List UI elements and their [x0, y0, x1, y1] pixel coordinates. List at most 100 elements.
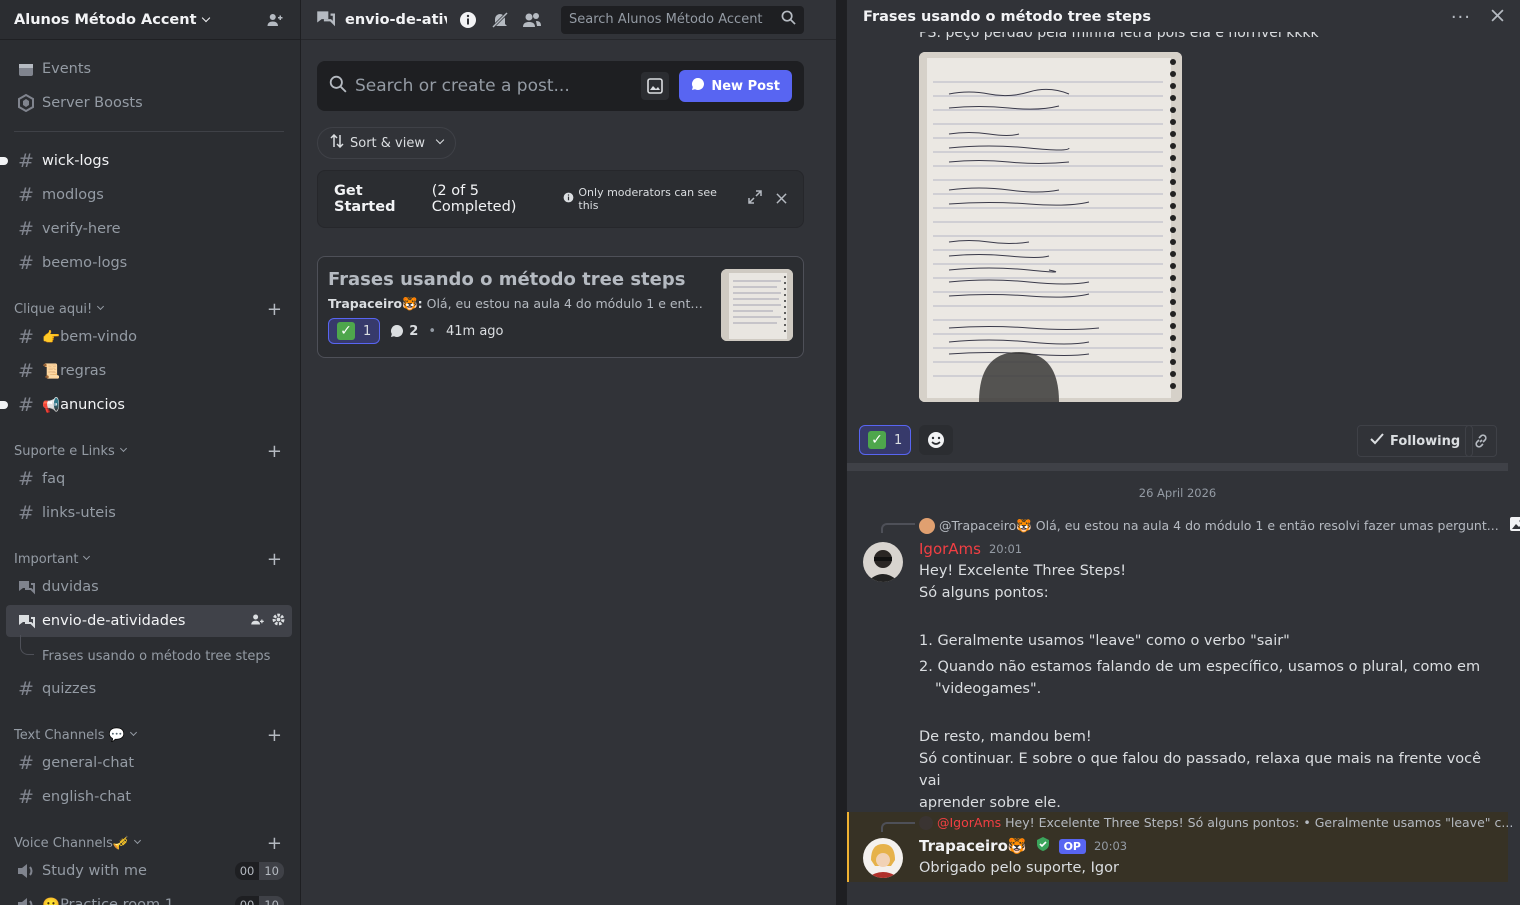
mute-notifications-icon[interactable] — [489, 9, 511, 31]
search-icon — [781, 10, 796, 29]
channel-label: Practice room 1 — [60, 897, 174, 905]
sidebar-thread-item[interactable]: Frases usando o método tree steps — [20, 635, 290, 671]
channel-wick-logs[interactable]: # wick-logs — [0, 145, 292, 177]
avatar[interactable] — [863, 542, 903, 582]
channel-anuncios[interactable]: # 📢 anuncios — [0, 389, 292, 421]
search-input[interactable] — [569, 12, 781, 27]
new-post-button[interactable]: New Post — [679, 70, 792, 102]
sort-view-button[interactable]: Sort & view — [317, 127, 456, 159]
channel-beemo-logs[interactable]: # beemo-logs — [6, 247, 292, 279]
author-name[interactable]: Trapaceiro🐯 — [919, 837, 1027, 855]
create-channel-icon[interactable]: + — [267, 549, 282, 570]
voice-channel-practice-room-1[interactable]: 🙂Practice room 1 0010 — [6, 889, 292, 905]
gear-icon[interactable] — [271, 612, 286, 631]
forum-channel-icon — [315, 8, 335, 32]
post-thumbnail — [721, 269, 793, 341]
post-search-bar[interactable]: New Post — [317, 61, 804, 111]
channel-quizzes[interactable]: # quizzes — [6, 673, 292, 705]
message-content: Obrigado pelo suporte, Igor — [919, 860, 1119, 876]
category-voice-channels[interactable]: Voice Channels 🎺 + — [14, 833, 290, 854]
author-name[interactable]: IgorAms — [919, 540, 981, 558]
channel-bem-vindo[interactable]: # 👉 bem-vindo — [6, 321, 292, 353]
server-sidebar: Alunos Método Accent Events Server Boost… — [0, 0, 300, 905]
smile-icon — [928, 432, 945, 448]
channel-english-chat[interactable]: # english-chat — [6, 781, 292, 813]
channel-modlogs[interactable]: # modlogs — [6, 179, 292, 211]
create-channel-icon[interactable]: + — [267, 725, 282, 746]
date-divider: 26 April 2026 — [1138, 486, 1217, 500]
link-icon — [1475, 434, 1487, 448]
create-channel-icon[interactable]: + — [267, 441, 282, 462]
pointing-hand-emoji: 👉 — [42, 329, 61, 346]
channel-faq[interactable]: # faq — [6, 463, 292, 495]
moderator-note-text: Only moderators can see this — [578, 186, 717, 212]
channel-label: duvidas — [42, 579, 99, 595]
notebook-photo[interactable] — [919, 52, 1182, 402]
category-suporte-links[interactable]: Suporte e Links + — [14, 441, 290, 462]
forum-post-card[interactable]: Frases usando o método tree steps Trapac… — [317, 256, 804, 358]
add-reaction-button[interactable] — [919, 425, 954, 455]
category-text-channels[interactable]: Text Channels 💬 + — [14, 725, 290, 746]
category-clique-aqui[interactable]: Clique aqui! + — [14, 299, 290, 320]
chevron-down-icon — [134, 836, 142, 844]
channel-duvidas[interactable]: duvidas — [6, 571, 292, 603]
sidebar-item-server-boosts[interactable]: Server Boosts — [6, 87, 292, 119]
chevron-down-icon — [119, 444, 127, 452]
post-age: 41m ago — [446, 323, 504, 339]
server-search[interactable] — [561, 5, 804, 34]
text-channel-icon: # — [18, 752, 34, 774]
chevron-down-icon — [83, 552, 91, 560]
voice-channel-study-with-me[interactable]: Study with me 00 10 — [6, 855, 292, 887]
get-started-banner[interactable]: Get Started (2 of 5 Completed) Only mode… — [317, 170, 804, 228]
check-mark-icon: ✓ — [337, 322, 355, 340]
post-search-input[interactable] — [355, 76, 642, 96]
following-button[interactable]: Following — [1357, 425, 1474, 457]
check-reaction[interactable]: ✓ 1 — [328, 318, 381, 344]
reply-preview-text: Hey! Excelente Three Steps! Só alguns po… — [1005, 815, 1514, 830]
reply-reference[interactable]: @IgorAms Hey! Excelente Three Steps! Só … — [919, 815, 1513, 830]
channel-links-uteis[interactable]: # links-uteis — [6, 497, 292, 529]
category-important[interactable]: Important + — [14, 549, 290, 570]
channel-regras[interactable]: # 📜 regras — [6, 355, 292, 387]
channel-envio-de-atividades[interactable]: envio-de-atividades — [6, 605, 292, 637]
channel-label: verify-here — [42, 221, 121, 237]
thread-separator — [847, 463, 1508, 471]
text-channel-icon: # — [18, 468, 34, 490]
close-icon[interactable] — [776, 190, 787, 208]
media-gallery-icon[interactable] — [641, 72, 670, 100]
check-icon — [1370, 433, 1384, 449]
channel-title: envio-de-atividades — [345, 11, 447, 28]
channel-general-chat[interactable]: # general-chat — [6, 747, 292, 779]
channel-verify-here[interactable]: # verify-here — [6, 213, 292, 245]
info-icon[interactable] — [457, 9, 479, 31]
create-channel-icon[interactable]: + — [267, 833, 282, 854]
invite-icon[interactable] — [250, 612, 265, 631]
server-header[interactable]: Alunos Método Accent — [0, 0, 300, 40]
thread-title: Frases usando o método tree steps — [863, 9, 1151, 25]
user-limit-counter: 00 10 — [234, 896, 284, 905]
copy-link-button[interactable] — [1465, 425, 1497, 457]
avatar[interactable] — [863, 838, 903, 878]
thread-panel: Frases usando o método tree steps ··· PS… — [846, 0, 1520, 905]
check-reaction[interactable]: ✓ 1 — [859, 425, 912, 455]
invite-people-icon[interactable] — [264, 9, 286, 31]
reply-reference[interactable]: @Trapaceiro🐯 Olá, eu estou na aula 4 do … — [919, 516, 1520, 535]
timestamp: 20:01 — [988, 542, 1023, 556]
expand-icon[interactable] — [748, 190, 762, 208]
channel-label: regras — [60, 363, 107, 379]
sidebar-item-events[interactable]: Events — [6, 53, 292, 85]
post-preview: Trapaceiro🐯: Olá, eu estou na aula 4 do … — [328, 296, 708, 312]
get-started-progress: (2 of 5 Completed) — [431, 183, 517, 215]
close-icon[interactable] — [1491, 8, 1504, 26]
server-name[interactable]: Alunos Método Accent — [14, 12, 264, 28]
create-channel-icon[interactable]: + — [267, 299, 282, 320]
unread-indicator — [0, 401, 8, 409]
category-label: Voice Channels — [14, 835, 113, 851]
chevron-down-icon — [97, 302, 105, 310]
avatar-small — [919, 815, 933, 830]
more-options-icon[interactable]: ··· — [1451, 7, 1471, 28]
member-list-icon[interactable] — [521, 9, 543, 31]
channel-actions — [250, 612, 286, 631]
channel-label: envio-de-atividades — [42, 613, 186, 629]
new-post-label: New Post — [711, 78, 780, 94]
